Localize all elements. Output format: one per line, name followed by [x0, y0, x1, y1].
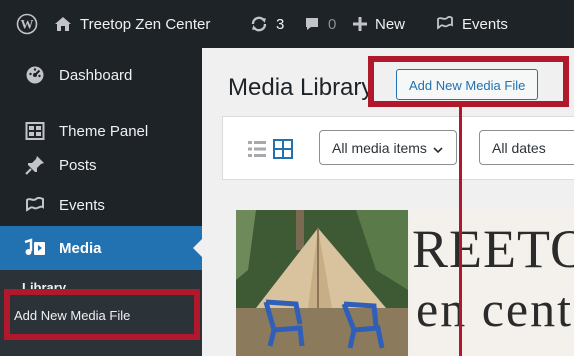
- wordpress-logo-icon[interactable]: W: [16, 0, 38, 48]
- media-thumbnail-tent-photo[interactable]: [236, 210, 408, 356]
- grid-view-icon[interactable]: [273, 139, 293, 159]
- site-name-label: Treetop Zen Center: [80, 15, 211, 33]
- date-filter-value: All dates: [492, 140, 546, 156]
- sidebar-item-theme-panel[interactable]: Theme Panel: [0, 118, 202, 144]
- plus-icon: [353, 17, 367, 31]
- list-view-icon[interactable]: [247, 139, 267, 159]
- updates-count: 3: [276, 15, 285, 33]
- main-content: Media Library Add New Media File All med…: [202, 48, 574, 356]
- events-icon: [436, 16, 454, 32]
- svg-text:W: W: [21, 17, 34, 32]
- events-label: Events: [462, 15, 508, 33]
- submenu-item-library[interactable]: Library: [22, 280, 66, 295]
- add-new-media-file-button[interactable]: Add New Media File: [396, 69, 539, 100]
- logo-text-line1: REETO: [412, 219, 574, 279]
- media-icon: [22, 235, 48, 261]
- sidebar-item-label: Dashboard: [59, 66, 133, 84]
- updates-icon: [250, 15, 268, 33]
- theme-panel-icon: [22, 118, 48, 144]
- date-filter-select[interactable]: All dates: [479, 130, 574, 165]
- sidebar-item-dashboard[interactable]: Dashboard: [0, 62, 202, 88]
- dashboard-icon: [22, 62, 48, 88]
- sidebar-item-label: Media: [59, 239, 102, 257]
- logo-text-line2: en cent: [416, 281, 573, 337]
- media-submenu: Library Add New Media File: [0, 270, 202, 356]
- media-thumbnail-logo[interactable]: REETO en cent: [410, 210, 574, 356]
- updates-link[interactable]: 3: [250, 0, 284, 48]
- admin-sidebar: Dashboard Theme Panel Posts Events Media…: [0, 48, 202, 356]
- sidebar-item-label: Theme Panel: [59, 122, 149, 140]
- new-content-link[interactable]: New: [353, 0, 405, 48]
- media-toolbar: All media items All dates: [222, 116, 574, 180]
- page-title: Media Library: [228, 74, 374, 101]
- comments-link[interactable]: 0: [304, 0, 336, 48]
- events-link[interactable]: Events: [436, 0, 508, 48]
- comment-bubble-icon: [304, 16, 320, 32]
- admin-bar: W Treetop Zen Center 3 0 New Events: [0, 0, 574, 48]
- submenu-item-add-new-media-file[interactable]: Add New Media File: [14, 308, 130, 323]
- sidebar-item-media[interactable]: Media: [0, 226, 202, 270]
- site-name-link[interactable]: Treetop Zen Center: [54, 0, 210, 48]
- sidebar-item-label: Events: [59, 196, 105, 214]
- new-label: New: [375, 15, 406, 33]
- home-icon: [54, 16, 72, 32]
- current-menu-arrow: [193, 239, 202, 257]
- pin-icon: [22, 152, 48, 178]
- comments-count: 0: [328, 15, 337, 33]
- chevron-down-icon: [433, 132, 443, 167]
- media-type-filter-value: All media items: [332, 140, 427, 156]
- sidebar-item-events[interactable]: Events: [0, 192, 202, 218]
- sidebar-item-posts[interactable]: Posts: [0, 152, 202, 178]
- events-icon: [22, 192, 48, 218]
- sidebar-item-label: Posts: [59, 156, 97, 174]
- highlight-connector-line: [459, 107, 462, 356]
- media-type-filter-select[interactable]: All media items: [319, 130, 457, 165]
